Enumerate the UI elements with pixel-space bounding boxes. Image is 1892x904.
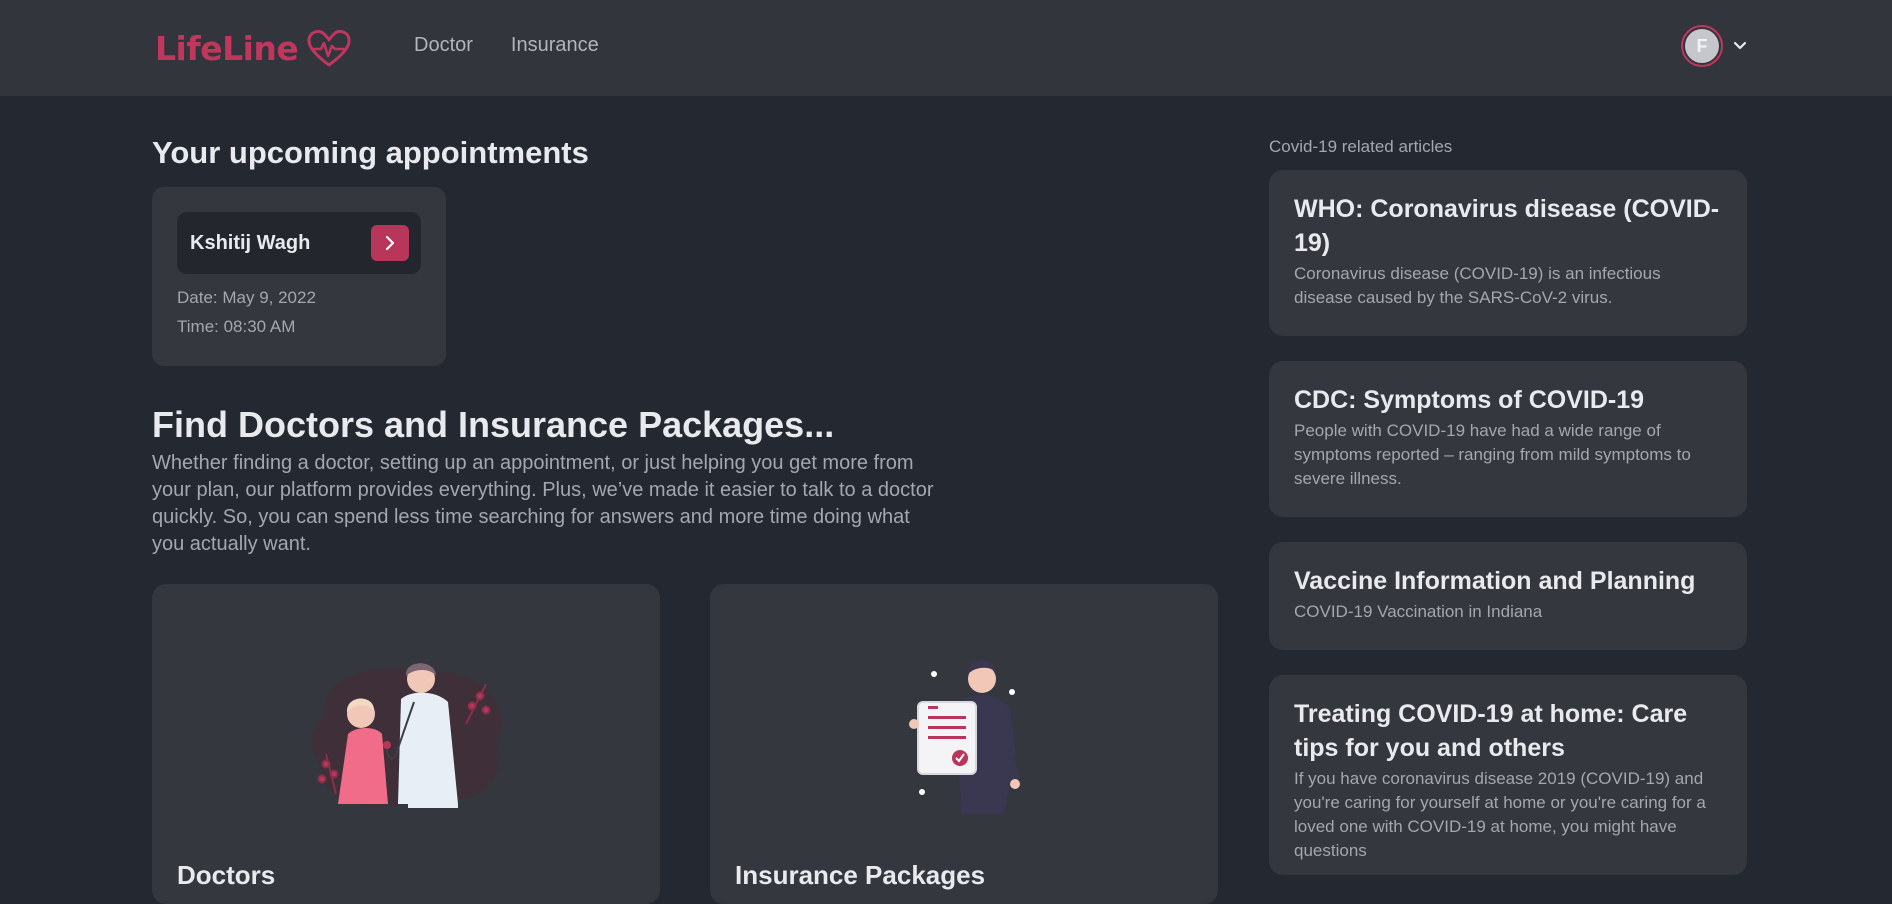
appointments-heading: Your upcoming appointments [152, 135, 589, 170]
insurance-document-illustration [909, 660, 1020, 814]
article-title: Vaccine Information and Planning [1294, 567, 1696, 595]
article-title: CDC: Symptoms of COVID-19 [1294, 386, 1645, 414]
article-description: People with COVID-19 have had a wide ran… [1294, 421, 1691, 488]
find-description: Whether finding a doctor, setting up an … [152, 452, 934, 555]
article-description: If you have coronavirus disease 2019 (CO… [1294, 769, 1706, 860]
chevron-right-icon [385, 235, 395, 251]
chevron-down-icon[interactable] [1733, 41, 1747, 51]
heart-pulse-icon [307, 30, 351, 67]
appointment-doctor-row: Kshitij Wagh [177, 212, 421, 274]
appointment-card: Kshitij Wagh Date: May 9, 2022 Time: 08:… [152, 187, 446, 366]
brand-logo[interactable]: LifeLine [155, 24, 352, 72]
main-nav: Doctor Insurance [414, 34, 599, 57]
nav-insurance[interactable]: Insurance [511, 34, 599, 57]
article-title: WHO: Coronavirus disease (COVID-19) [1294, 195, 1720, 257]
nav-doctor[interactable]: Doctor [414, 34, 473, 57]
appointment-date: Date: May 9, 2022 [177, 288, 316, 307]
avatar[interactable]: F [1681, 25, 1723, 67]
article-description: Coronavirus disease (COVID-19) is an inf… [1294, 264, 1661, 307]
insurance-card-title: Insurance Packages [735, 860, 986, 890]
doctors-card-title: Doctors [177, 860, 276, 890]
brand-name: LifeLine [155, 28, 299, 68]
appointment-time: Time: 08:30 AM [177, 317, 296, 336]
avatar-initial: F [1685, 29, 1719, 63]
find-heading: Find Doctors and Insurance Packages... [152, 404, 835, 445]
user-menu[interactable]: F [1681, 25, 1747, 67]
article-card[interactable]: Treating COVID-19 at home: Care tips for… [1269, 675, 1747, 875]
article-description: COVID-19 Vaccination in Indiana [1294, 602, 1543, 621]
appointment-doctor-name: Kshitij Wagh [190, 231, 311, 254]
insurance-card[interactable]: Insurance Packages [710, 584, 1218, 904]
articles-section-label: Covid-19 related articles [1269, 137, 1453, 156]
article-card[interactable]: Vaccine Information and Planning COVID-1… [1269, 542, 1747, 650]
doctors-card[interactable]: Doctors [152, 584, 660, 904]
open-appointment-button[interactable] [371, 225, 409, 261]
top-navbar: LifeLine Doctor Insurance F [0, 0, 1892, 96]
doctor-patient-illustration [311, 663, 502, 808]
article-card[interactable]: WHO: Coronavirus disease (COVID-19) Coro… [1269, 170, 1747, 336]
article-card[interactable]: CDC: Symptoms of COVID-19 People with CO… [1269, 361, 1747, 517]
article-title: Treating COVID-19 at home: Care tips for… [1294, 700, 1688, 762]
